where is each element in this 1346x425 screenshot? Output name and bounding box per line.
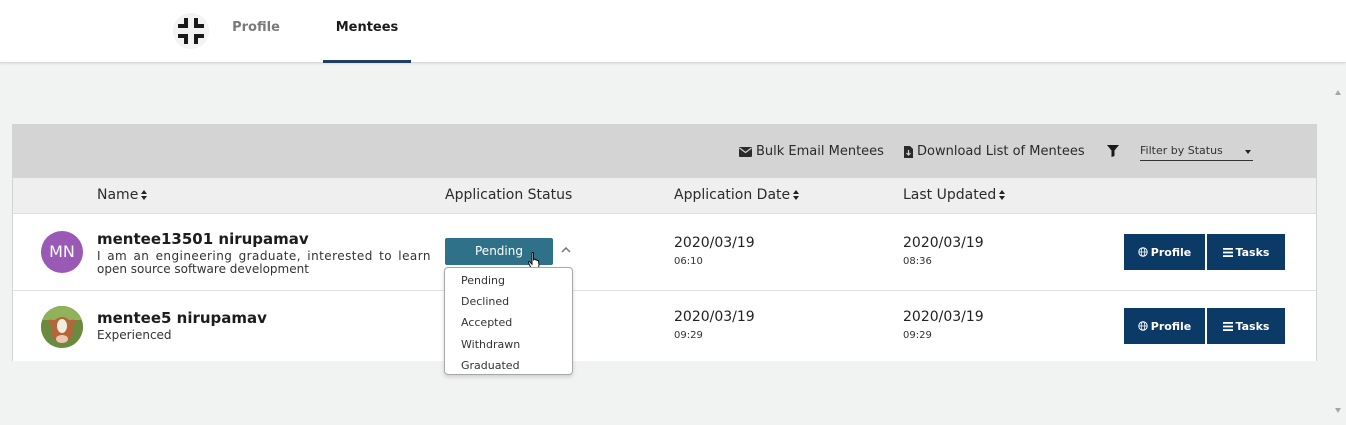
status-option-declined[interactable]: Declined	[445, 291, 572, 312]
view-profile-label: Profile	[1150, 245, 1192, 259]
column-header-name[interactable]: Name	[97, 187, 148, 203]
mentee-name: mentee5 nirupamav	[97, 309, 267, 327]
scroll-down-arrow-icon[interactable]	[1335, 408, 1341, 413]
tab-profile-label: Profile	[232, 20, 280, 35]
tab-mentees[interactable]: Mentees	[323, 0, 411, 63]
avatar	[41, 306, 83, 348]
last-updated-date: 2020/03/19	[903, 309, 984, 325]
application-date: 2020/03/19	[674, 235, 755, 251]
download-mentees-label: Download List of Mentees	[917, 144, 1085, 159]
column-updated-label: Last Updated	[903, 187, 997, 203]
status-option-graduated[interactable]: Graduated	[445, 355, 572, 376]
view-profile-label: Profile	[1150, 319, 1192, 333]
column-header-application-status: Application Status	[445, 187, 572, 203]
sort-icon	[141, 189, 148, 201]
download-mentees-button[interactable]: Download List of Mentees	[904, 144, 1085, 159]
globe-icon	[1138, 321, 1148, 331]
sort-icon	[999, 189, 1006, 201]
list-icon	[1222, 321, 1233, 331]
last-updated-time: 09:29	[903, 330, 932, 341]
tab-mentees-label: Mentees	[335, 20, 399, 35]
crosshair-logo-icon[interactable]	[173, 13, 209, 49]
status-dropdown-menu: Pending Declined Accepted Withdrawn Grad…	[444, 267, 573, 375]
application-time: 06:10	[674, 256, 703, 267]
globe-icon	[1138, 247, 1148, 257]
view-tasks-button[interactable]: Tasks	[1207, 234, 1285, 270]
envelope-icon	[739, 146, 752, 157]
mentees-panel: Bulk Email Mentees Download List of Ment…	[12, 124, 1317, 361]
view-profile-button[interactable]: Profile	[1124, 234, 1205, 270]
bulk-email-label: Bulk Email Mentees	[756, 144, 884, 159]
column-status-label: Application Status	[445, 187, 573, 203]
mentee-bio-line: open source software development	[97, 262, 309, 276]
mentee-bio: Experienced	[97, 328, 172, 342]
status-option-pending[interactable]: Pending	[445, 270, 572, 291]
avatar: MN	[41, 231, 83, 273]
table-row: mentee5 nirupamav Experienced 2020/03/19…	[13, 291, 1316, 361]
list-icon	[1222, 247, 1233, 257]
column-header-application-date[interactable]: Application Date	[674, 187, 800, 203]
mentee-name: mentee13501 nirupamav	[97, 230, 309, 248]
active-tab-underline	[323, 60, 411, 63]
caret-down-icon	[1245, 150, 1251, 154]
chevron-up-icon[interactable]	[561, 243, 571, 256]
status-option-withdrawn[interactable]: Withdrawn	[445, 334, 572, 355]
last-updated-date: 2020/03/19	[903, 235, 984, 251]
filter-by-status-label: Filter by Status	[1140, 144, 1223, 157]
filter-by-status-select[interactable]: Filter by Status	[1140, 144, 1253, 161]
last-updated-time: 08:36	[903, 256, 932, 267]
table-row: MN mentee13501 nirupamav I am an enginee…	[13, 214, 1316, 291]
view-profile-button[interactable]: Profile	[1124, 308, 1205, 344]
column-header-last-updated[interactable]: Last Updated	[903, 187, 1006, 203]
application-time: 09:29	[674, 330, 703, 341]
scroll-up-arrow-icon[interactable]	[1335, 90, 1341, 95]
bulk-email-button[interactable]: Bulk Email Mentees	[739, 144, 884, 159]
column-name-label: Name	[97, 187, 139, 203]
funnel-icon[interactable]	[1107, 145, 1119, 157]
view-tasks-label: Tasks	[1235, 245, 1270, 259]
view-tasks-label: Tasks	[1235, 319, 1270, 333]
column-date-label: Application Date	[674, 187, 791, 203]
view-tasks-button[interactable]: Tasks	[1207, 308, 1285, 344]
mentee-bio: I am an engineering graduate, interested…	[97, 250, 431, 276]
file-download-icon	[904, 145, 913, 158]
table-header: Name Application Status Application Date…	[13, 178, 1316, 214]
mentees-toolbar: Bulk Email Mentees Download List of Ment…	[13, 125, 1316, 178]
tab-profile[interactable]: Profile	[222, 0, 290, 63]
sort-icon	[793, 189, 800, 201]
status-option-accepted[interactable]: Accepted	[445, 312, 572, 333]
application-date: 2020/03/19	[674, 309, 755, 325]
top-navigation: Profile Mentees	[0, 0, 1346, 63]
